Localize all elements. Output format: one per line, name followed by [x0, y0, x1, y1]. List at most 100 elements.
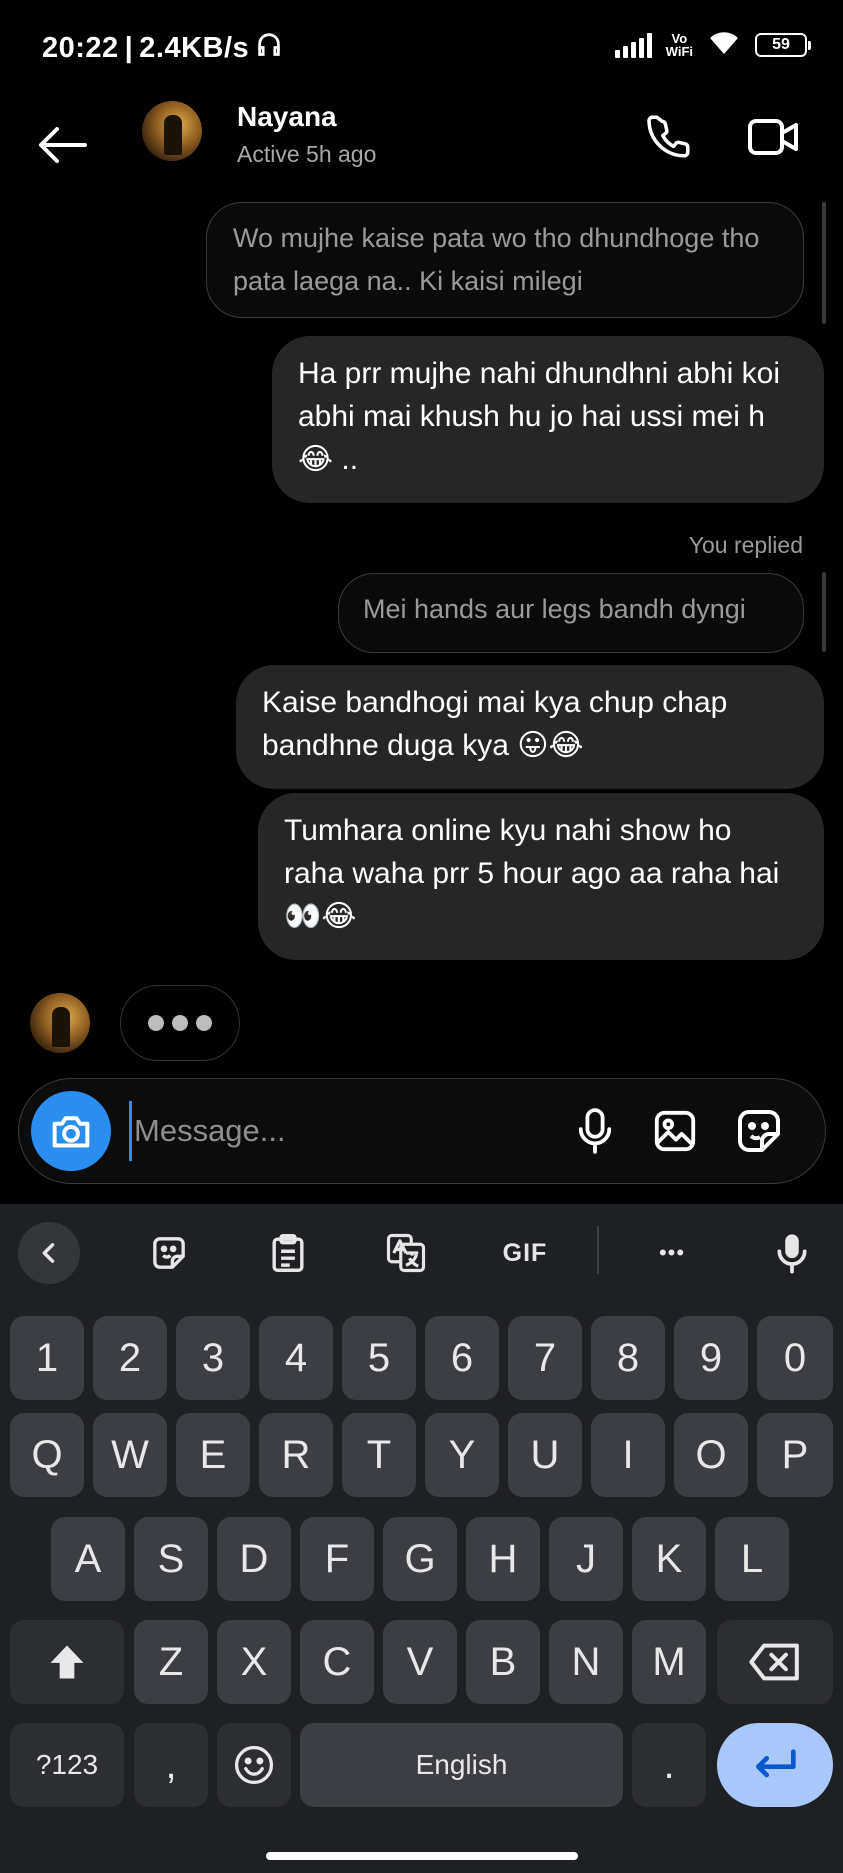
- key-n[interactable]: N: [549, 1620, 623, 1704]
- key-o[interactable]: O: [674, 1413, 748, 1497]
- period-key[interactable]: .: [632, 1723, 706, 1807]
- key-f[interactable]: F: [300, 1517, 374, 1601]
- key-p[interactable]: P: [757, 1413, 833, 1497]
- key-h[interactable]: H: [466, 1517, 540, 1601]
- toolbar-collapse-button[interactable]: [18, 1222, 80, 1284]
- key-7[interactable]: 7: [508, 1316, 582, 1400]
- key-3[interactable]: 3: [176, 1316, 250, 1400]
- video-call-button[interactable]: [744, 107, 804, 167]
- key-i[interactable]: I: [591, 1413, 665, 1497]
- clipboard-icon: [272, 1234, 304, 1272]
- message-composer: [18, 1078, 826, 1184]
- key-y[interactable]: Y: [425, 1413, 499, 1497]
- toolbar-sticker-button[interactable]: [138, 1222, 200, 1284]
- chat-header: Nayana Active 5h ago: [0, 95, 843, 205]
- quoted-message-text: Wo mujhe kaise pata wo tho dhundhoge tho…: [233, 223, 760, 296]
- key-k[interactable]: K: [632, 1517, 706, 1601]
- you-replied-label: You replied: [688, 532, 803, 558]
- space-key[interactable]: English: [300, 1723, 623, 1807]
- vowifi-top: Vo: [671, 30, 688, 46]
- key-x[interactable]: X: [217, 1620, 291, 1704]
- sticker-icon: [153, 1237, 185, 1269]
- contact-name[interactable]: Nayana: [237, 101, 337, 133]
- key-c[interactable]: C: [300, 1620, 374, 1704]
- key-b[interactable]: B: [466, 1620, 540, 1704]
- key-1[interactable]: 1: [10, 1316, 84, 1400]
- translate-icon: [386, 1233, 426, 1273]
- key-8[interactable]: 8: [591, 1316, 665, 1400]
- comma-key[interactable]: ,: [134, 1723, 208, 1807]
- key-6[interactable]: 6: [425, 1316, 499, 1400]
- headphones-icon: [255, 30, 283, 66]
- quoted-message-text: Mei hands aur legs bandh dyngi: [363, 594, 746, 624]
- key-2[interactable]: 2: [93, 1316, 167, 1400]
- gallery-button[interactable]: [647, 1103, 703, 1159]
- key-4[interactable]: 4: [259, 1316, 333, 1400]
- reply-indicator-bar: [822, 202, 826, 324]
- key-l[interactable]: L: [715, 1517, 789, 1601]
- key-r[interactable]: R: [259, 1413, 333, 1497]
- key-j[interactable]: J: [549, 1517, 623, 1601]
- toolbar-translate-button[interactable]: [375, 1222, 437, 1284]
- sent-message[interactable]: Ha prr mujhe nahi dhundhni abhi koi abhi…: [272, 336, 824, 503]
- key-d[interactable]: D: [217, 1517, 291, 1601]
- toolbar-more-button[interactable]: •••: [641, 1222, 703, 1284]
- key-0[interactable]: 0: [757, 1316, 833, 1400]
- vowifi-bottom: WiFi: [665, 43, 693, 59]
- status-bar: 20:22 | 2.4KB/s Vo WiFi 59: [0, 0, 843, 95]
- signal-icon: [614, 32, 652, 58]
- key-e[interactable]: E: [176, 1413, 250, 1497]
- key-u[interactable]: U: [508, 1413, 582, 1497]
- backspace-key[interactable]: [717, 1620, 833, 1704]
- key-t[interactable]: T: [342, 1413, 416, 1497]
- enter-key[interactable]: [717, 1723, 833, 1807]
- keyboard-toolbar: GIF •••: [0, 1204, 843, 1300]
- toolbar-gif-button[interactable]: GIF: [494, 1222, 556, 1284]
- quoted-message[interactable]: Mei hands aur legs bandh dyngi: [338, 573, 804, 653]
- shift-icon: [50, 1645, 84, 1679]
- key-z[interactable]: Z: [134, 1620, 208, 1704]
- key-a[interactable]: A: [51, 1517, 125, 1601]
- key-5[interactable]: 5: [342, 1316, 416, 1400]
- battery-icon: 59: [755, 32, 811, 57]
- gif-label: GIF: [502, 1238, 548, 1267]
- status-right: Vo WiFi 59: [614, 28, 811, 61]
- vowifi-icon: Vo WiFi: [666, 32, 693, 58]
- shift-key[interactable]: [10, 1620, 124, 1704]
- status-separator: |: [124, 31, 134, 64]
- key-m[interactable]: M: [632, 1620, 706, 1704]
- toolbar-clipboard-button[interactable]: [257, 1222, 319, 1284]
- contact-avatar[interactable]: [142, 101, 202, 161]
- message-input[interactable]: [129, 1101, 549, 1161]
- camera-button[interactable]: [31, 1091, 111, 1171]
- typing-dot: [148, 1015, 164, 1031]
- key-g[interactable]: G: [383, 1517, 457, 1601]
- sticker-button[interactable]: [731, 1103, 787, 1159]
- sent-message-text: Ha prr mujhe nahi dhundhni abhi koi abhi…: [298, 357, 780, 476]
- sent-message[interactable]: Kaise bandhogi mai kya chup chap bandhne…: [236, 665, 824, 789]
- voice-message-button[interactable]: [567, 1103, 623, 1159]
- video-camera-icon: [748, 119, 798, 155]
- key-q[interactable]: Q: [10, 1413, 84, 1497]
- symbols-key[interactable]: ?123: [10, 1723, 124, 1807]
- chevron-left-icon: [42, 1243, 55, 1263]
- toolbar-divider: [597, 1226, 599, 1274]
- contact-avatar-small[interactable]: [30, 993, 90, 1053]
- home-indicator[interactable]: [266, 1852, 578, 1860]
- emoji-key[interactable]: [217, 1723, 291, 1807]
- sent-message-text: Tumhara online kyu nahi show ho raha wah…: [284, 814, 780, 933]
- key-s[interactable]: S: [134, 1517, 208, 1601]
- key-9[interactable]: 9: [674, 1316, 748, 1400]
- quoted-message[interactable]: Wo mujhe kaise pata wo tho dhundhoge tho…: [206, 202, 804, 318]
- microphone-icon: [777, 1234, 807, 1274]
- sent-message[interactable]: Tumhara online kyu nahi show ho raha wah…: [258, 793, 824, 960]
- key-v[interactable]: V: [383, 1620, 457, 1704]
- back-button[interactable]: [32, 115, 92, 175]
- status-time: 20:22: [42, 31, 119, 64]
- toolbar-voice-input-button[interactable]: [761, 1222, 823, 1284]
- voice-call-button[interactable]: [638, 107, 698, 167]
- phone-icon: [647, 115, 690, 158]
- key-w[interactable]: W: [93, 1413, 167, 1497]
- typing-dot: [196, 1015, 212, 1031]
- image-icon: [654, 1110, 696, 1152]
